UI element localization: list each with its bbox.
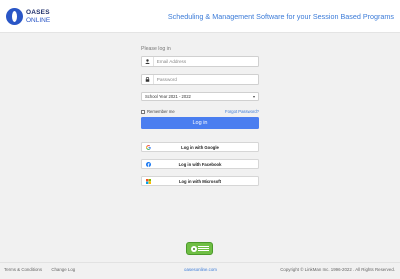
header-tagline: Scheduling & Management Software for you…	[167, 12, 394, 21]
remember-label: Remember me	[147, 109, 175, 114]
terms-link[interactable]: Terms & Conditions	[4, 267, 42, 272]
logo-subtitle: ONLINE	[26, 16, 51, 24]
user-icon	[142, 57, 154, 66]
lock-icon	[142, 75, 154, 84]
remember-me[interactable]: Remember me	[141, 109, 175, 114]
footer: Terms & Conditions Change Log oasesonlin…	[0, 262, 400, 279]
microsoft-icon	[146, 179, 151, 184]
password-field[interactable]	[141, 74, 259, 85]
forgot-password-link[interactable]: Forgot Password?	[225, 109, 259, 114]
copyright-text: Copyright © LinkMan Inc. 1996-2022 . All…	[280, 267, 395, 272]
email-field[interactable]	[141, 56, 259, 67]
school-year-value: School Year 2021 - 2022	[145, 94, 191, 99]
password-input[interactable]	[153, 75, 258, 84]
google-icon	[146, 145, 151, 150]
logo-title: OASES	[26, 8, 50, 16]
microsoft-login-label: Log in with Microsoft	[178, 178, 222, 184]
google-login-button[interactable]: Log in with Google	[141, 142, 259, 152]
header: OASES ONLINE Scheduling & Management Sof…	[0, 0, 400, 33]
login-prompt: Please log in	[141, 46, 171, 52]
school-year-select[interactable]: School Year 2021 - 2022	[141, 92, 259, 101]
facebook-icon	[146, 162, 151, 167]
change-log-link[interactable]: Change Log	[51, 267, 75, 272]
facebook-login-button[interactable]: Log in with Facebook	[141, 159, 259, 169]
secure-site-badge[interactable]	[186, 242, 213, 255]
site-link[interactable]: oasesonline.com	[184, 267, 217, 272]
google-login-label: Log in with Google	[181, 144, 219, 150]
logo-icon	[6, 8, 23, 25]
remember-checkbox[interactable]	[141, 109, 145, 114]
login-button[interactable]: Log in	[141, 117, 259, 129]
oases-logo[interactable]: OASES ONLINE	[6, 8, 50, 25]
microsoft-login-button[interactable]: Log in with Microsoft	[141, 176, 259, 186]
login-panel: Please log in School Year 2021 - 2022 Re…	[141, 46, 259, 193]
facebook-login-label: Log in with Facebook	[178, 161, 222, 167]
email-input[interactable]	[153, 57, 258, 66]
shield-icon	[190, 245, 197, 252]
chevron-down-icon	[253, 95, 255, 98]
login-options-row: Remember me Forgot Password?	[141, 109, 259, 114]
